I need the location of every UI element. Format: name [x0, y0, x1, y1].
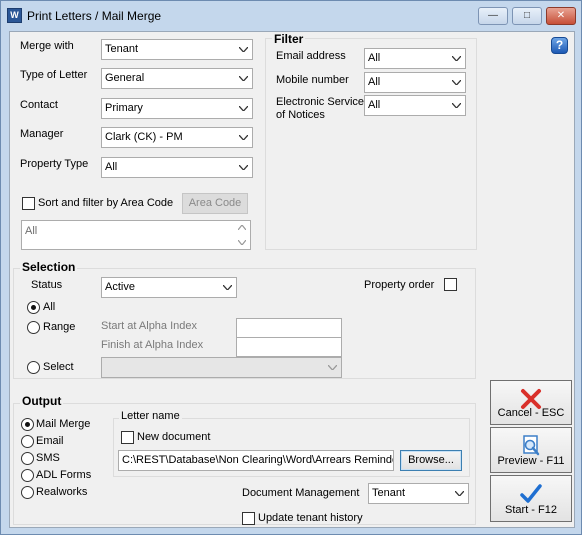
chevron-down-icon	[448, 73, 465, 92]
filter-group	[265, 38, 477, 250]
contact-label: Contact	[20, 99, 58, 111]
email-filter-value: All	[368, 52, 381, 64]
preview-button[interactable]: Preview - F11	[490, 427, 572, 473]
property-order-checkbox[interactable]	[444, 278, 457, 291]
property-type-dropdown[interactable]: All	[101, 157, 253, 178]
start-alpha-label: Start at Alpha Index	[101, 320, 198, 332]
status-value: Active	[105, 281, 135, 293]
selection-all-radio[interactable]	[27, 301, 40, 314]
chevron-down-icon	[448, 96, 465, 115]
start-checkmark-icon	[520, 484, 542, 503]
esn-filter-dropdown[interactable]: All	[364, 95, 466, 116]
property-order-label: Property order	[364, 279, 435, 291]
mobile-filter-dropdown[interactable]: All	[364, 72, 466, 93]
scroll-down-icon[interactable]	[238, 240, 246, 245]
letter-path-input[interactable]: C:\REST\Database\Non Clearing\Word\Arrea…	[118, 450, 394, 471]
start-label: Start - F12	[505, 504, 557, 516]
esn-filter-value: All	[368, 99, 381, 111]
chevron-down-icon	[235, 40, 252, 59]
chevron-down-icon	[448, 49, 465, 68]
help-icon[interactable]: ?	[551, 37, 568, 54]
sort-area-code-label: Sort and filter by Area Code	[38, 197, 174, 209]
finish-alpha-label: Finish at Alpha Index	[101, 339, 204, 351]
output-mail-merge-radio[interactable]	[21, 418, 34, 431]
esn-filter-label-line2: of Notices	[276, 109, 325, 121]
chevron-down-icon	[324, 358, 341, 377]
esn-filter-label-line1: Electronic Service	[276, 96, 365, 108]
selection-all-label: All	[43, 301, 56, 313]
maximize-button[interactable]: □	[512, 7, 542, 25]
output-mail-merge-label: Mail Merge	[36, 418, 91, 430]
merge-with-label: Merge with	[20, 40, 74, 52]
scroll-up-icon[interactable]	[238, 225, 246, 230]
start-alpha-input[interactable]	[236, 318, 342, 338]
email-filter-dropdown[interactable]: All	[364, 48, 466, 69]
browse-button[interactable]: Browse...	[400, 450, 462, 471]
new-document-checkbox[interactable]	[121, 431, 134, 444]
update-history-checkbox[interactable]	[242, 512, 255, 525]
merge-with-dropdown[interactable]: Tenant	[101, 39, 253, 60]
document-management-label: Document Management	[242, 487, 360, 499]
status-label: Status	[31, 279, 63, 291]
type-of-letter-label: Type of Letter	[20, 69, 88, 81]
chevron-down-icon	[235, 69, 252, 88]
contact-dropdown[interactable]: Primary	[101, 98, 253, 119]
start-button[interactable]: Start - F12	[490, 475, 572, 522]
select-dropdown[interactable]	[101, 357, 342, 378]
property-type-label: Property Type	[20, 158, 89, 170]
chevron-down-icon	[235, 128, 252, 147]
document-management-dropdown[interactable]: Tenant	[368, 483, 469, 504]
selection-select-radio[interactable]	[27, 361, 40, 374]
merge-with-value: Tenant	[105, 43, 139, 55]
cancel-label: Cancel - ESC	[497, 407, 565, 419]
mobile-filter-value: All	[368, 76, 381, 88]
update-history-label: Update tenant history	[258, 512, 363, 524]
type-of-letter-dropdown[interactable]: General	[101, 68, 253, 89]
chevron-down-icon	[219, 278, 236, 297]
output-adl-forms-label: ADL Forms	[36, 469, 92, 481]
output-adl-forms-radio[interactable]	[21, 469, 34, 482]
manager-value: Clark (CK) - PM	[105, 131, 183, 143]
output-email-radio[interactable]	[21, 435, 34, 448]
minimize-button[interactable]: —	[478, 7, 508, 25]
window-title: Print Letters / Mail Merge	[27, 9, 162, 23]
chevron-down-icon	[235, 158, 252, 177]
new-document-label: New document	[137, 431, 211, 443]
selection-range-label: Range	[43, 321, 76, 333]
area-code-button[interactable]: Area Code	[182, 193, 248, 214]
contact-value: Primary	[105, 102, 143, 114]
close-button[interactable]: ✕	[546, 7, 576, 25]
letter-name-title: Letter name	[119, 410, 182, 422]
manager-label: Manager	[20, 128, 64, 140]
output-realworks-label: Realworks	[36, 486, 88, 498]
property-type-value: All	[105, 161, 118, 173]
output-realworks-radio[interactable]	[21, 486, 34, 499]
sort-area-code-checkbox[interactable]	[22, 197, 35, 210]
title-bar[interactable]: W Print Letters / Mail Merge — □ ✕	[1, 1, 581, 31]
manager-dropdown[interactable]: Clark (CK) - PM	[101, 127, 253, 148]
selection-select-label: Select	[43, 361, 74, 373]
output-sms-radio[interactable]	[21, 452, 34, 465]
status-dropdown[interactable]: Active	[101, 277, 237, 298]
area-code-list-item[interactable]: All	[25, 225, 37, 237]
output-title: Output	[20, 394, 64, 408]
document-management-value: Tenant	[372, 487, 406, 499]
mobile-filter-label: Mobile number	[276, 74, 349, 86]
preview-label: Preview - F11	[497, 455, 565, 467]
finish-alpha-input[interactable]	[236, 337, 342, 357]
filter-title: Filter	[272, 32, 306, 46]
dialog-client-area: Merge with Tenant Type of Letter General…	[9, 31, 575, 528]
selection-title: Selection	[20, 260, 78, 274]
chevron-down-icon	[451, 484, 468, 503]
print-letters-window: W Print Letters / Mail Merge — □ ✕ Merge…	[0, 0, 582, 535]
area-code-list[interactable]: All	[21, 220, 251, 250]
type-of-letter-value: General	[105, 72, 145, 84]
word-app-icon: W	[7, 8, 22, 23]
email-filter-label: Email address	[276, 50, 346, 62]
selection-range-radio[interactable]	[27, 321, 40, 334]
output-sms-label: SMS	[36, 452, 60, 464]
cancel-button[interactable]: Cancel - ESC	[490, 380, 572, 425]
output-email-label: Email	[36, 435, 64, 447]
chevron-down-icon	[235, 99, 252, 118]
